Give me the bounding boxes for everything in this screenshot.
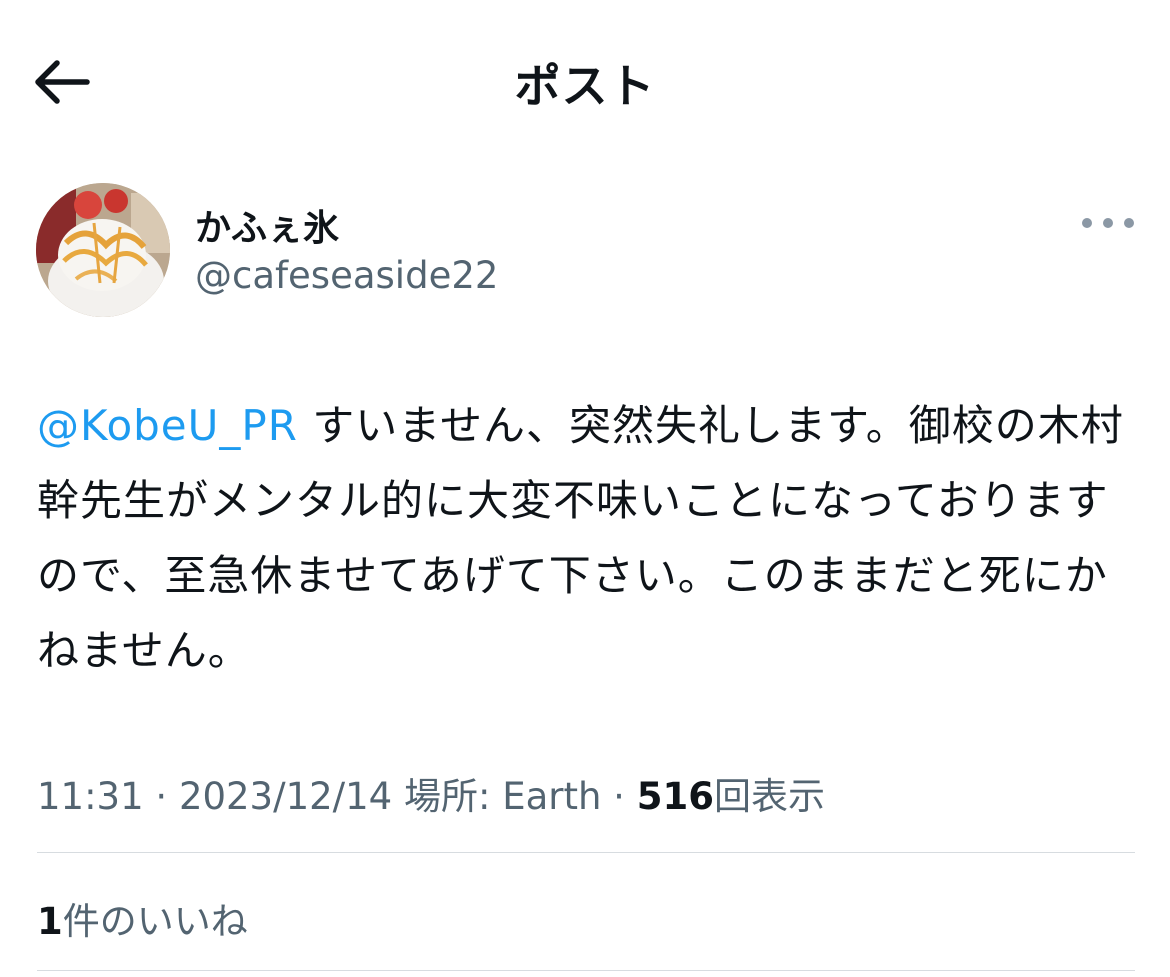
post-time[interactable]: 11:31 bbox=[37, 775, 144, 818]
likes-link[interactable]: 1件のいいね bbox=[37, 891, 248, 945]
more-options-button[interactable] bbox=[1082, 206, 1134, 240]
page-title: ポスト bbox=[514, 59, 656, 113]
avatar[interactable] bbox=[36, 183, 170, 317]
views-count[interactable]: 516 bbox=[637, 775, 714, 818]
more-dot bbox=[1124, 218, 1134, 228]
post-text: @KobeU_PR すいません、突然失礼します。御校の木村幹先生がメンタル的に大… bbox=[37, 388, 1137, 688]
divider bbox=[37, 852, 1135, 853]
post-location: 場所: Earth bbox=[403, 775, 602, 818]
author-display-name[interactable]: かふぇ氷 bbox=[195, 199, 339, 251]
more-dot bbox=[1082, 218, 1092, 228]
meta-separator: · bbox=[601, 775, 637, 818]
meta-gap bbox=[392, 775, 404, 818]
post-meta: 11:31 · 2023/12/14 場所: Earth · 516回表示 bbox=[37, 766, 825, 820]
views-label[interactable]: 回表示 bbox=[714, 775, 825, 818]
meta-separator: · bbox=[143, 775, 179, 818]
likes-label: 件のいいね bbox=[62, 900, 248, 943]
divider bbox=[37, 970, 1135, 971]
post-date[interactable]: 2023/12/14 bbox=[179, 775, 392, 818]
mention-link[interactable]: @KobeU_PR bbox=[37, 401, 298, 450]
likes-count: 1 bbox=[37, 900, 63, 943]
shaved-ice-avatar bbox=[36, 183, 170, 317]
top-bar: ポスト bbox=[0, 0, 1170, 160]
more-dot bbox=[1103, 218, 1113, 228]
author-handle[interactable]: @cafeseaside22 bbox=[195, 254, 498, 297]
